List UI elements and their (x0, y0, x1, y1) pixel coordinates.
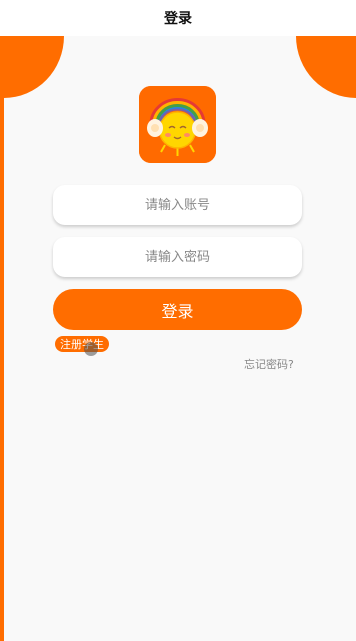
forgot-password-link[interactable]: 忘记密码? (244, 356, 294, 372)
sun-headphones-logo-icon (139, 86, 216, 163)
account-input[interactable] (53, 196, 302, 214)
top-right-decoration (296, 36, 356, 98)
top-left-decoration (0, 36, 64, 98)
register-student-button[interactable]: 注册学生 (55, 336, 109, 352)
left-accent-strip (0, 36, 4, 641)
touch-indicator (84, 342, 98, 356)
login-page: 登录 注册学生 忘记密码? (0, 36, 356, 641)
password-field[interactable] (53, 237, 302, 277)
login-button[interactable]: 登录 (53, 289, 302, 330)
password-input[interactable] (53, 248, 302, 266)
account-field[interactable] (53, 185, 302, 225)
app-logo (139, 86, 216, 163)
top-nav-bar: 登录 (0, 0, 356, 36)
page-title: 登录 (164, 11, 192, 27)
